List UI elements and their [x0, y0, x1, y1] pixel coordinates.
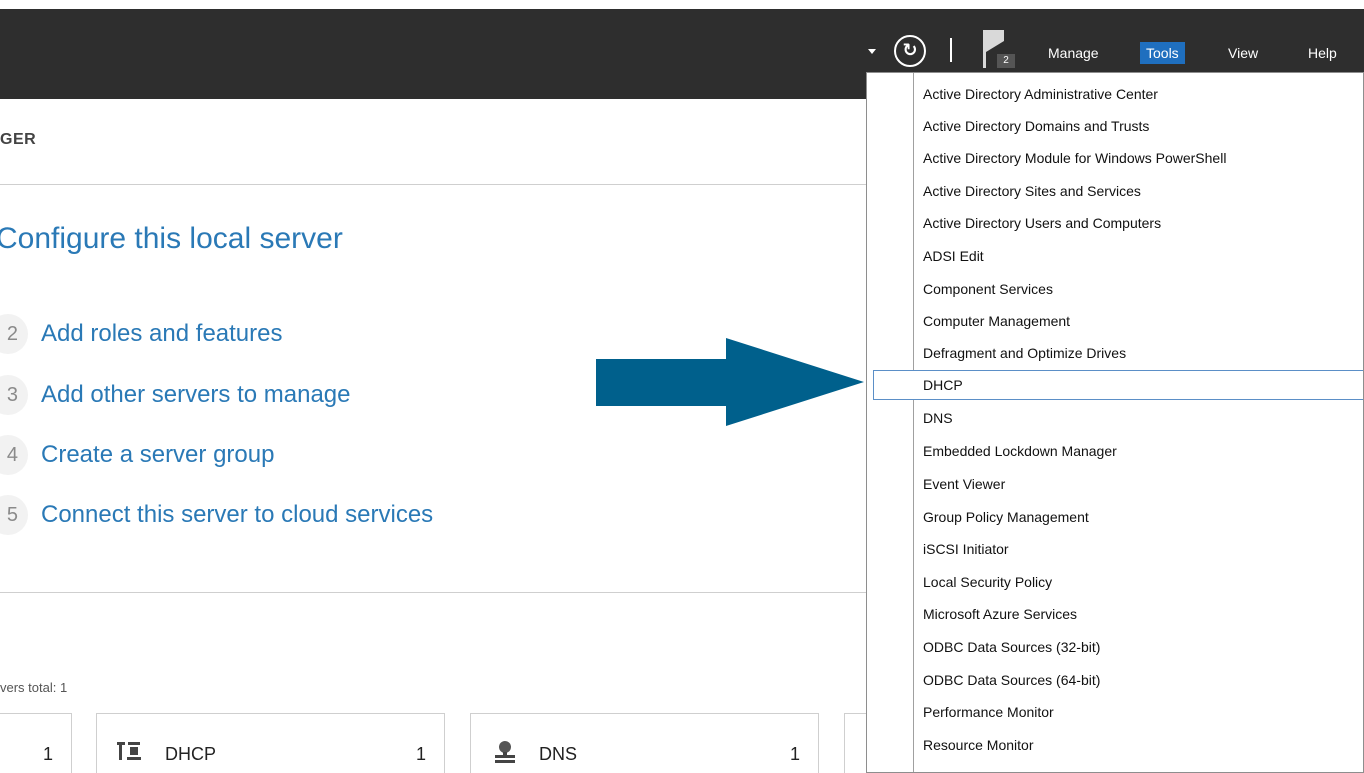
- tile-count: 1: [42, 744, 53, 764]
- menu-item-computer-management[interactable]: Computer Management: [873, 306, 1363, 336]
- menu-item-adsi-edit[interactable]: ADSI Edit: [873, 241, 1363, 271]
- role-tile[interactable]: 1: [0, 713, 72, 773]
- menu-item-group-policy[interactable]: Group Policy Management: [873, 502, 1363, 532]
- flag-cloth: [986, 30, 1004, 52]
- welcome-title: Configure this local server: [0, 222, 343, 255]
- dhcp-icon: [117, 742, 141, 760]
- menu-help[interactable]: Help: [1302, 42, 1343, 64]
- menu-item-dhcp[interactable]: DHCP: [873, 370, 1363, 400]
- tile-count: 1: [789, 744, 800, 764]
- menu-item-ad-admin-center[interactable]: Active Directory Administrative Center: [873, 79, 1363, 109]
- servers-total-label: vers total: 1: [0, 680, 68, 695]
- menu-view[interactable]: View: [1222, 42, 1264, 64]
- page-title: GER: [0, 131, 37, 148]
- step-link[interactable]: Add roles and features: [41, 320, 283, 348]
- menu-item-ad-sites-services[interactable]: Active Directory Sites and Services: [873, 176, 1363, 206]
- menu-item-resource-monitor[interactable]: Resource Monitor: [873, 730, 1363, 760]
- tile-name: DNS: [539, 744, 578, 764]
- pointer-arrow: [596, 338, 864, 426]
- menu-item-component-services[interactable]: Component Services: [873, 274, 1363, 304]
- tools-dropdown-menu: Active Directory Administrative Center A…: [866, 72, 1364, 773]
- menu-item-azure-services[interactable]: Microsoft Azure Services: [873, 599, 1363, 629]
- menu-item-odbc-64[interactable]: ODBC Data Sources (64-bit): [873, 665, 1363, 695]
- menu-item-ad-users-computers[interactable]: Active Directory Users and Computers: [873, 208, 1363, 238]
- step-number: 2: [0, 314, 28, 354]
- menu-tools[interactable]: Tools: [1140, 42, 1185, 64]
- menu-item-ad-powershell[interactable]: Active Directory Module for Windows Powe…: [873, 143, 1363, 173]
- role-tile-dns[interactable]: DNS 1: [470, 713, 819, 773]
- role-tile-dhcp[interactable]: DHCP 1: [96, 713, 445, 773]
- tile-name: DHCP: [165, 744, 217, 764]
- menu-item-dns[interactable]: DNS: [873, 403, 1363, 433]
- step-link[interactable]: Connect this server to cloud services: [41, 501, 433, 529]
- step-link[interactable]: Add other servers to manage: [41, 381, 351, 409]
- notifications-flag-icon[interactable]: 2: [983, 30, 1015, 70]
- section-divider: [0, 592, 878, 593]
- menu-item-ad-domains-trusts[interactable]: Active Directory Domains and Trusts: [873, 111, 1363, 141]
- notification-count-badge: 2: [997, 54, 1015, 68]
- menu-item-local-security-policy[interactable]: Local Security Policy: [873, 567, 1363, 597]
- menu-item-embedded-lockdown[interactable]: Embedded Lockdown Manager: [873, 436, 1363, 466]
- menu-item-odbc-32[interactable]: ODBC Data Sources (32-bit): [873, 632, 1363, 662]
- tile-count: 1: [415, 744, 426, 764]
- dns-icon: [495, 741, 515, 763]
- step-number: 3: [0, 375, 28, 415]
- step-number: 4: [0, 435, 28, 475]
- menu-item-defragment[interactable]: Defragment and Optimize Drives: [873, 338, 1363, 368]
- menu-item-security-config-wizard[interactable]: Security Configuration Wizard: [873, 763, 1363, 772]
- menu-item-event-viewer[interactable]: Event Viewer: [873, 469, 1363, 499]
- menu-item-iscsi-initiator[interactable]: iSCSI Initiator: [873, 534, 1363, 564]
- refresh-icon[interactable]: ↻: [894, 35, 926, 67]
- header-divider: [0, 184, 878, 185]
- dropdown-arrow-icon[interactable]: [868, 49, 876, 54]
- step-link[interactable]: Create a server group: [41, 441, 274, 469]
- top-strip: [0, 0, 1364, 9]
- toolbar-separator: [950, 38, 952, 62]
- menu-manage[interactable]: Manage: [1042, 42, 1105, 64]
- step-number: 5: [0, 495, 28, 535]
- menu-item-performance-monitor[interactable]: Performance Monitor: [873, 697, 1363, 727]
